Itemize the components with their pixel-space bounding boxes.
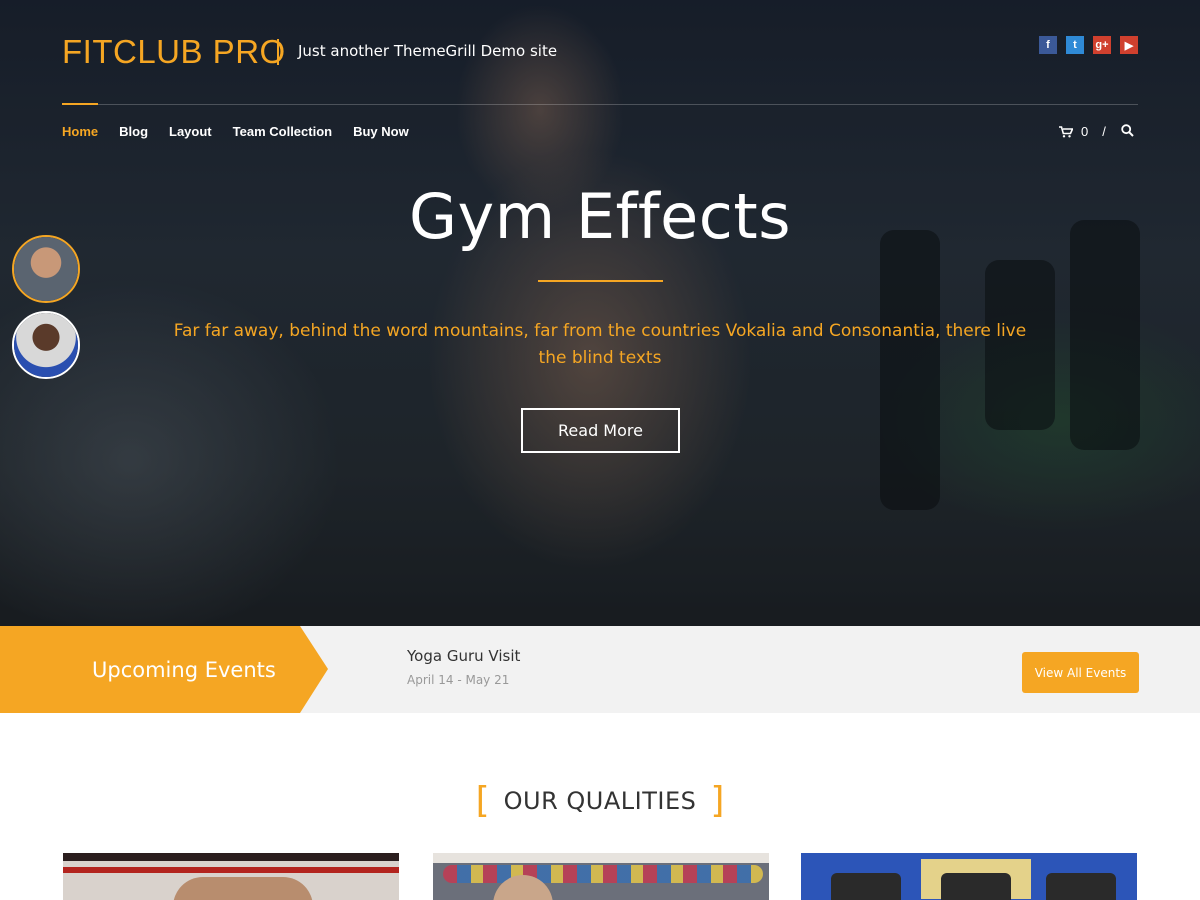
header-divider <box>62 104 1138 105</box>
main-nav: Home Blog Layout Team Collection Buy Now <box>62 124 409 139</box>
cart-link[interactable]: 0 / <box>1059 124 1106 139</box>
events-label: Upcoming Events <box>92 657 276 682</box>
quality-card-image[interactable] <box>433 853 769 900</box>
view-all-events-button[interactable]: View All Events <box>1022 652 1139 693</box>
twitter-icon[interactable]: t <box>1066 36 1084 54</box>
qualities-title: OUR QUALITIES <box>503 787 697 815</box>
event-date: April 14 - May 21 <box>407 673 510 687</box>
events-label-banner: Upcoming Events <box>0 626 328 713</box>
cart-count: 0 <box>1081 124 1089 139</box>
social-links: f t g+ ▶ <box>1039 36 1138 54</box>
nav-item-blog[interactable]: Blog <box>119 124 148 139</box>
cart-separator: / <box>1102 124 1106 139</box>
google-plus-icon[interactable]: g+ <box>1093 36 1111 54</box>
facebook-icon[interactable]: f <box>1039 36 1057 54</box>
search-icon[interactable] <box>1121 124 1134 137</box>
site-tagline: Just another ThemeGrill Demo site <box>298 42 558 60</box>
youtube-icon[interactable]: ▶ <box>1120 36 1138 54</box>
qualities-heading: [ OUR QUALITIES ] <box>0 783 1200 819</box>
slide-thumbnail[interactable] <box>12 311 80 379</box>
nav-item-home[interactable]: Home <box>62 124 98 139</box>
hero-description: Far far away, behind the word mountains,… <box>173 321 1027 368</box>
nav-item-team-collection[interactable]: Team Collection <box>233 124 332 139</box>
quality-card-image[interactable] <box>63 853 399 900</box>
cart-icon <box>1059 125 1073 138</box>
quality-card-image[interactable] <box>801 853 1137 900</box>
nav-item-layout[interactable]: Layout <box>169 124 212 139</box>
logo-divider <box>277 39 279 65</box>
heading-bracket-right: ] <box>710 780 725 821</box>
hero-banner: FITCLUB PRO Just another ThemeGrill Demo… <box>0 0 1200 626</box>
event-title[interactable]: Yoga Guru Visit <box>407 647 520 665</box>
hero-title-underline <box>538 280 663 282</box>
heading-bracket-left: [ <box>475 780 490 821</box>
slider-thumbnails <box>12 235 80 387</box>
hero-title: Gym Effects <box>408 180 791 253</box>
header-divider-accent <box>62 103 98 105</box>
hero-overlay <box>0 0 1200 626</box>
read-more-button[interactable]: Read More <box>521 408 680 453</box>
site-logo[interactable]: FITCLUB PRO <box>62 33 286 71</box>
nav-item-buy-now[interactable]: Buy Now <box>353 124 409 139</box>
upcoming-events-bar: Upcoming Events Yoga Guru Visit April 14… <box>0 626 1200 713</box>
